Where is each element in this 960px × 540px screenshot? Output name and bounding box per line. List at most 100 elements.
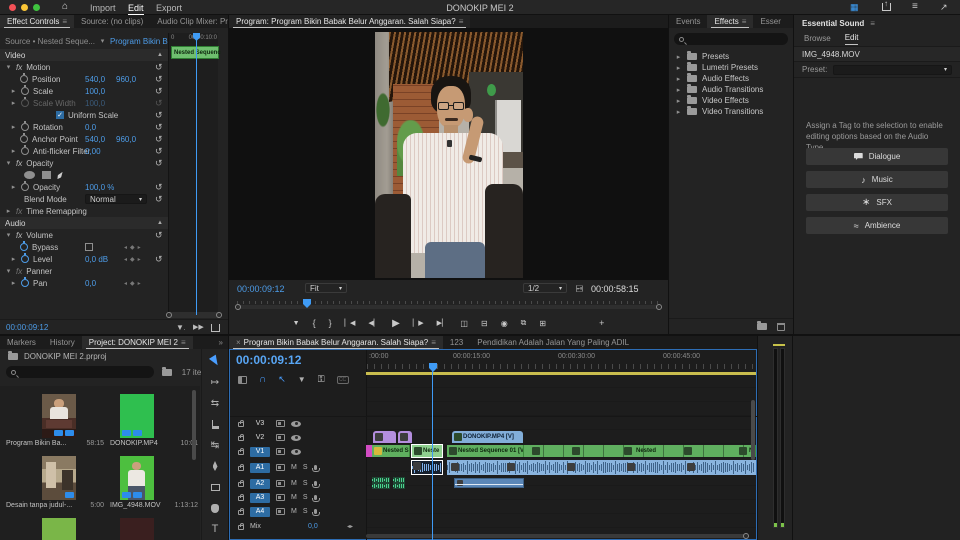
timeline-ruler[interactable]: :00:00 00:00:15:00 00:00:30:00 00:00:45:… (366, 350, 756, 372)
new-bin-icon[interactable] (757, 321, 767, 330)
project-item-thumb[interactable] (120, 394, 154, 438)
source-patch-icon[interactable] (276, 494, 285, 501)
level-value[interactable]: 0,0 dB (85, 255, 108, 264)
tab-browse[interactable]: Browse (804, 34, 831, 43)
linked-selection-icon[interactable]: ↖ (278, 374, 286, 385)
ripple-edit-tool[interactable]: ⇆ (204, 395, 226, 411)
panel-menu-icon[interactable]: ≡ (62, 17, 67, 26)
pen-mask-icon[interactable] (56, 170, 64, 180)
fx-badge[interactable] (532, 447, 540, 455)
lock-icon[interactable] (238, 508, 244, 515)
source-patch-icon[interactable] (276, 464, 285, 471)
stopwatch-icon[interactable] (20, 241, 28, 251)
reset-icon[interactable]: ↺ (155, 195, 163, 204)
clip-audio-small[interactable] (393, 477, 405, 489)
track-target-a2[interactable]: A2 (250, 478, 270, 489)
keyframe-nav-icons[interactable]: ◂◆▸ (124, 256, 144, 263)
ec-timecode[interactable]: 00:00:09:12 (6, 323, 48, 332)
solo-button[interactable]: S (303, 494, 308, 501)
step-back-icon[interactable]: ◀▏ (368, 319, 379, 327)
rect-mask-icon[interactable] (42, 171, 51, 179)
hamburger-icon[interactable]: ≡ (912, 1, 918, 12)
panel-menu-icon[interactable]: ≡ (181, 338, 186, 347)
reset-icon[interactable]: ↺ (155, 75, 163, 84)
track-target-v1[interactable]: V1 (250, 446, 270, 457)
tab-project[interactable]: Project: DONOKIP MEI 2 ≡ (81, 336, 193, 349)
fx-badge[interactable] (572, 447, 580, 455)
reset-icon[interactable]: ↺ (155, 255, 163, 264)
pen-tool[interactable] (204, 458, 226, 474)
anchor-y-value[interactable]: 960,0 (116, 135, 136, 144)
lift-icon[interactable]: ◫ (460, 319, 468, 328)
position-x-value[interactable]: 540,0 (85, 75, 105, 84)
rectangle-tool[interactable] (204, 479, 226, 495)
clip-audio-linked[interactable] (454, 478, 524, 488)
stopwatch-icon[interactable] (20, 133, 28, 143)
voiceover-record-icon[interactable] (312, 495, 321, 502)
fx-icon[interactable]: fx (16, 159, 22, 168)
ellipse-mask-icon[interactable] (24, 171, 35, 179)
fx-badge[interactable] (374, 447, 382, 455)
bypass-checkbox[interactable] (85, 243, 93, 251)
reset-icon[interactable]: ↺ (155, 135, 163, 144)
stopwatch-icon[interactable] (21, 121, 29, 131)
reset-icon[interactable]: ↺ (155, 231, 163, 240)
track-target-v2[interactable]: V2 (250, 433, 270, 443)
keyframe-nav-icons[interactable]: ◂◆▸ (124, 244, 144, 251)
solo-button[interactable]: S (303, 480, 308, 487)
voiceover-record-icon[interactable] (312, 509, 321, 516)
stopwatch-icon[interactable] (21, 145, 29, 155)
clip-nested-s[interactable]: Nested S (372, 445, 410, 457)
add-marker-icon[interactable]: ▼ (293, 320, 300, 327)
lock-icon[interactable] (238, 480, 244, 487)
fx-badge[interactable] (451, 463, 459, 471)
program-scrubber[interactable] (235, 299, 662, 310)
fx-badge[interactable] (454, 433, 462, 441)
close-icon[interactable]: × (236, 338, 241, 347)
settings-wrench-icon[interactable]: ⚿ (573, 285, 584, 292)
panel-menu-icon[interactable]: ≡ (431, 338, 436, 347)
collapse-icon[interactable]: ▲ (157, 220, 163, 226)
delete-icon[interactable] (777, 322, 785, 331)
folder-presets[interactable]: ▸ Presets (669, 51, 793, 62)
clip-audio-small[interactable] (372, 477, 390, 489)
play-icon[interactable]: ▶ (392, 318, 400, 329)
video-section-header[interactable]: Video ▲ (0, 49, 168, 61)
solo-button[interactable]: S (303, 508, 308, 515)
blend-mode-select[interactable]: Normal ▾ (85, 194, 147, 204)
tab-essential-graphics[interactable]: Esser (753, 15, 787, 28)
fx-icon[interactable]: fx (16, 231, 22, 240)
lock-icon[interactable] (238, 420, 244, 427)
track-target-v3[interactable]: V3 (250, 419, 270, 429)
extract-icon[interactable]: ⊟ (481, 319, 488, 328)
reset-icon[interactable]: ↺ (155, 183, 163, 192)
fx-badge[interactable] (627, 463, 635, 471)
mute-button[interactable]: M (291, 508, 297, 515)
tag-button-music[interactable]: ♪ Music (806, 171, 948, 188)
nest-indicator-icon[interactable] (238, 375, 247, 384)
pan-value[interactable]: 0,0 (85, 279, 96, 288)
ec-zoom-scrollbar[interactable] (166, 312, 222, 318)
fx-badge[interactable] (687, 463, 695, 471)
source-patch-icon[interactable] (276, 434, 285, 441)
project-search-input[interactable] (6, 366, 154, 378)
button-editor-icon[interactable]: + (599, 318, 604, 328)
anti-flicker-value[interactable]: 0,00 (85, 147, 101, 156)
reset-icon[interactable]: ↺ (155, 123, 163, 132)
reset-icon[interactable]: ↺ (155, 87, 163, 96)
ec-playhead-line[interactable] (196, 33, 197, 315)
track-select-tool[interactable]: ↦ (204, 374, 226, 390)
toggle-track-output-icon[interactable] (291, 420, 301, 427)
step-forward-icon[interactable]: ▏▶ (413, 319, 424, 327)
fx-badge[interactable] (375, 433, 383, 441)
captions-icon[interactable]: CC (336, 375, 349, 384)
lock-icon[interactable] (238, 464, 244, 471)
clip-nested-strip[interactable]: Nested N (524, 445, 756, 457)
type-tool[interactable]: T (204, 521, 226, 537)
stopwatch-icon[interactable] (20, 73, 28, 83)
folder-video-transitions[interactable]: ▸ Video Transitions (669, 106, 793, 117)
project-breadcrumb[interactable]: DONOKIP MEI 2.prproj (24, 352, 107, 361)
fx-badge[interactable] (449, 447, 457, 455)
stopwatch-icon[interactable] (21, 85, 29, 95)
voiceover-record-icon[interactable] (312, 465, 321, 472)
